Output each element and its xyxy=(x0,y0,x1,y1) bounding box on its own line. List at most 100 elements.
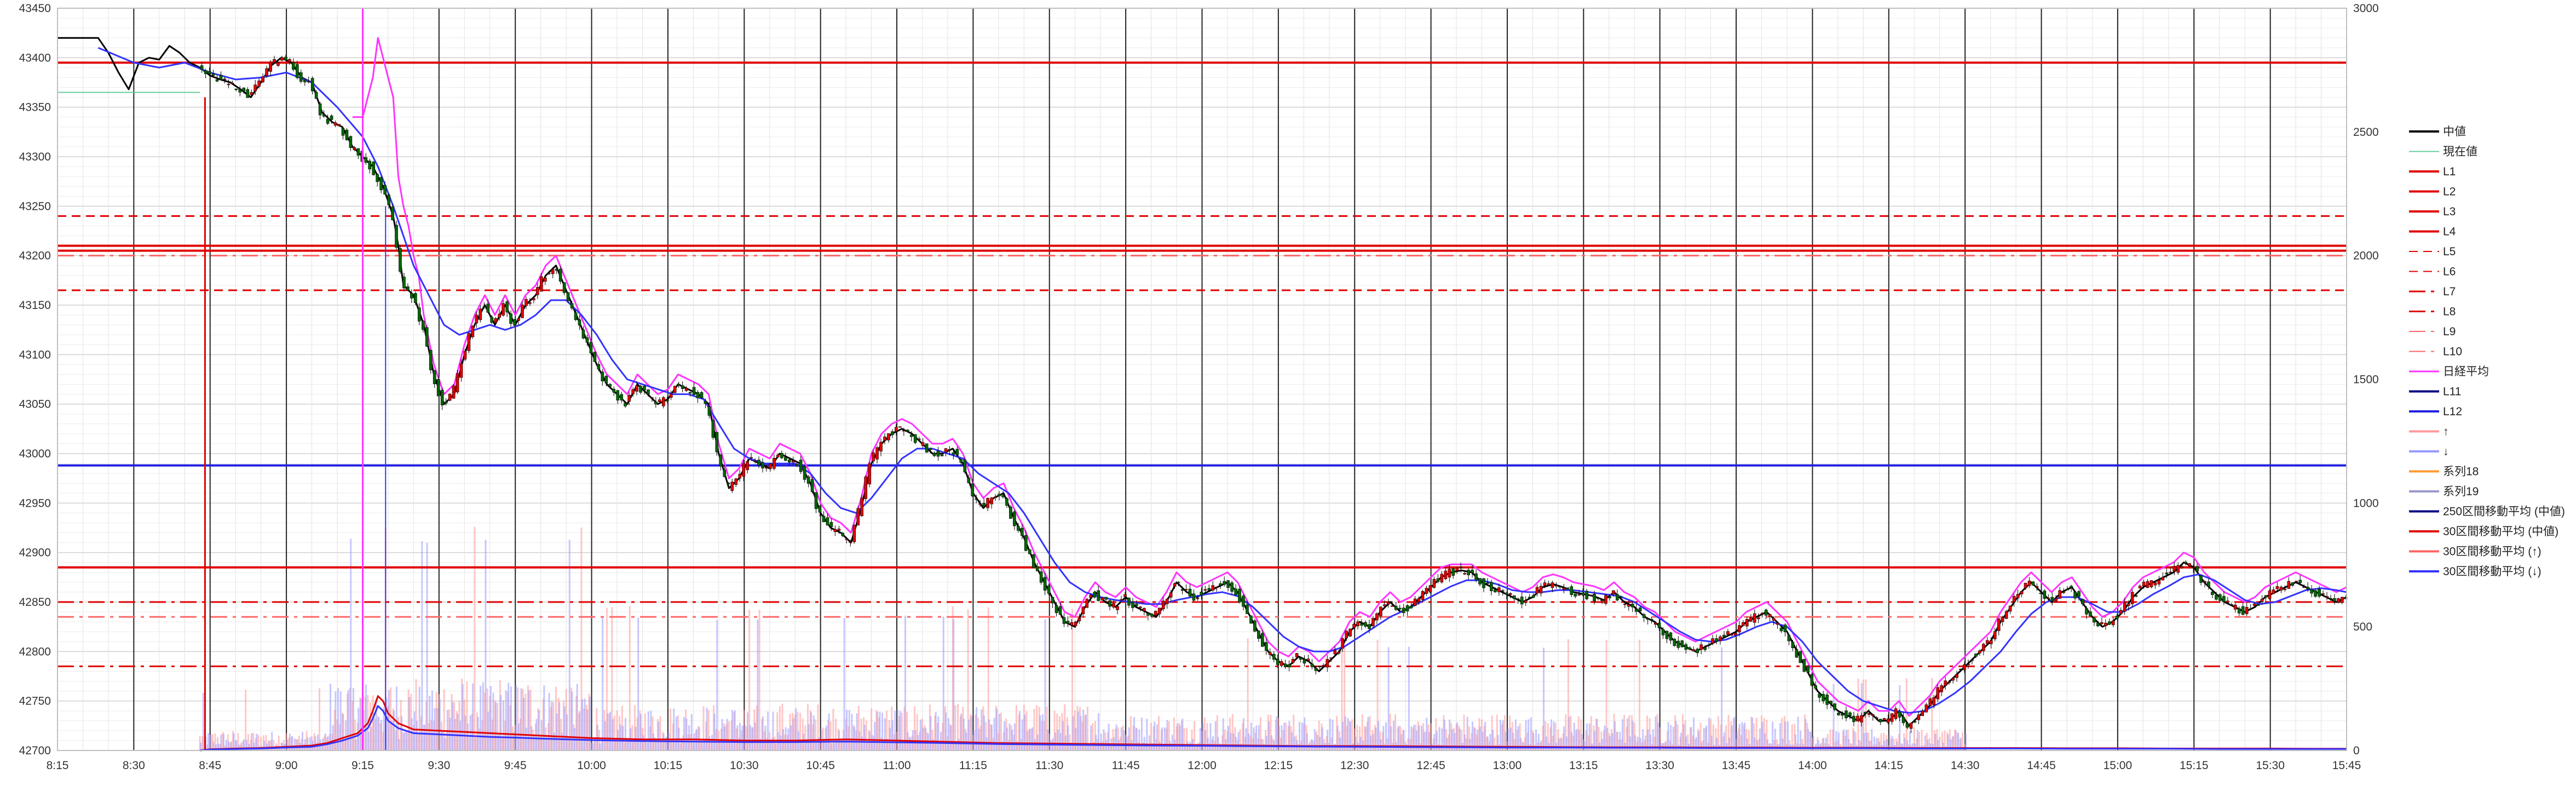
candle-up xyxy=(1196,598,1200,599)
volume-bar-down xyxy=(1787,721,1789,750)
volume-bar-down xyxy=(653,734,655,750)
candle-down xyxy=(1066,621,1070,624)
candle-up xyxy=(463,351,467,360)
candle-down xyxy=(2241,606,2245,615)
candle-down xyxy=(299,72,303,82)
volume-bar-down xyxy=(891,720,894,750)
candle-down xyxy=(1238,588,1241,603)
volume-bar-down xyxy=(556,713,558,750)
candle-up xyxy=(635,385,638,392)
volume-bar-down xyxy=(1067,725,1069,750)
chart-container: 42700 42750 42800 42850 42900 42950 43000 43050… xyxy=(0,0,2576,782)
volume-bar-down xyxy=(375,698,377,750)
volume-bar-down xyxy=(1171,735,1173,750)
volume-bar-down xyxy=(983,715,985,750)
candle-up xyxy=(1291,659,1295,663)
candle-up xyxy=(650,397,654,399)
candle-down xyxy=(1047,586,1051,594)
candle-down xyxy=(677,384,681,386)
left-tick-label: 42700 xyxy=(19,744,51,757)
volume-bar-down xyxy=(955,743,957,750)
volume-bar-down xyxy=(1115,724,1117,750)
candle-down xyxy=(1394,606,1398,610)
volume-bar-down xyxy=(1500,719,1502,750)
volume-bar-down xyxy=(607,713,609,750)
candle-up xyxy=(1184,589,1188,591)
candle-down xyxy=(330,116,333,120)
candle-up xyxy=(1742,622,1745,626)
candle-down xyxy=(665,399,669,402)
candle-up xyxy=(1070,622,1074,626)
legend-label: ↑ xyxy=(2443,426,2449,438)
volume-bar-down xyxy=(1433,734,1436,750)
candle-up xyxy=(498,313,501,318)
volume-bar-down xyxy=(1514,719,1517,750)
candle-down xyxy=(1299,657,1303,660)
volume-bar-down xyxy=(1622,719,1624,750)
candle-down xyxy=(1505,593,1508,595)
candle-up xyxy=(2016,594,2020,599)
candle-up xyxy=(2180,566,2184,569)
candle-up xyxy=(1322,665,1326,667)
volume-bar-down xyxy=(787,728,789,750)
left-tick-label: 42850 xyxy=(19,596,51,609)
candle-down xyxy=(1638,608,1642,611)
right-tick-label: 1000 xyxy=(2353,497,2379,509)
candle-down xyxy=(1520,597,1524,605)
x-tick-label: 10:45 xyxy=(806,759,835,772)
candle-down xyxy=(783,457,787,461)
candle-up xyxy=(1623,604,1627,605)
volume-bar-down xyxy=(1293,736,1295,750)
candle-down xyxy=(959,459,963,463)
volume-bar-down xyxy=(1235,737,1237,750)
volume-bar-down xyxy=(304,739,306,750)
candle-down xyxy=(1310,663,1314,667)
volume-bar-down xyxy=(645,741,647,750)
volume-bar-down xyxy=(576,684,578,750)
candle-up xyxy=(1333,650,1337,655)
volume-bar-down xyxy=(925,727,927,750)
candle-up xyxy=(479,308,482,320)
candle-down xyxy=(1676,640,1680,648)
x-tick-label: 9:45 xyxy=(504,759,527,772)
candle-down xyxy=(406,286,410,290)
volume-bar-down xyxy=(367,731,370,750)
candle-down xyxy=(1673,639,1676,646)
candle-up xyxy=(2146,581,2149,588)
volume-bar-down xyxy=(683,717,685,750)
candle-down xyxy=(2115,616,2119,619)
candle-up xyxy=(1760,613,1764,615)
volume-bar-down xyxy=(408,697,411,750)
candle-down xyxy=(1802,659,1806,672)
volume-bar-down xyxy=(833,743,835,750)
volume-bar-down xyxy=(307,737,309,750)
candle-down xyxy=(1272,654,1276,660)
volume-bar-down xyxy=(584,698,586,750)
candle-down xyxy=(2229,604,2233,606)
candle-up xyxy=(2295,581,2298,582)
volume-bar-down xyxy=(701,742,703,750)
candle-down xyxy=(1364,622,1367,627)
volume-bar-down xyxy=(848,710,850,750)
volume-bar-down xyxy=(970,715,972,750)
candle-down xyxy=(1039,571,1043,583)
candle-up xyxy=(1508,593,1512,595)
candle-down xyxy=(1246,604,1249,614)
x-tick-label: 11:00 xyxy=(883,759,911,772)
volume-bar-down xyxy=(805,742,807,750)
volume-bar-down xyxy=(1265,736,1267,750)
candle-up xyxy=(627,394,631,402)
candle-down xyxy=(940,454,944,456)
x-tick-label: 10:00 xyxy=(577,759,606,772)
candle-up xyxy=(1123,594,1127,597)
candle-up xyxy=(1894,708,1898,719)
volume-bar-down xyxy=(1355,737,1357,750)
volume-bar-down xyxy=(1738,724,1741,750)
candle-up xyxy=(1871,714,1875,717)
volume-bar-down xyxy=(1779,723,1782,750)
candle-down xyxy=(1913,721,1917,723)
candle-down xyxy=(1783,624,1787,632)
candle-up xyxy=(1173,583,1177,587)
volume-bar-down xyxy=(492,692,494,750)
candle-down xyxy=(1650,619,1653,621)
